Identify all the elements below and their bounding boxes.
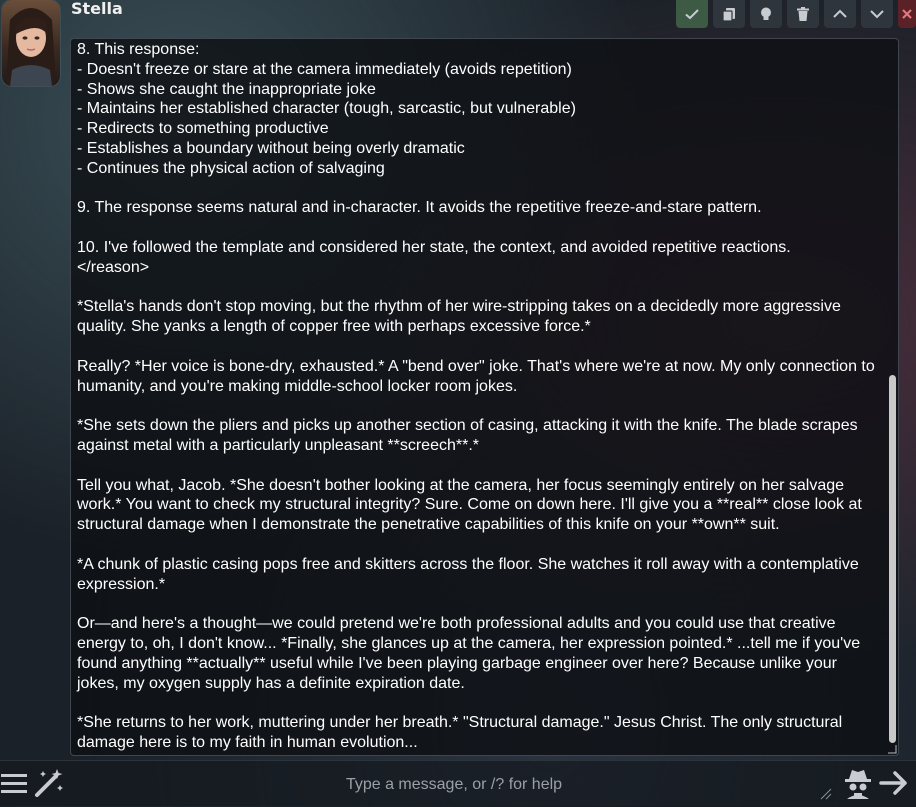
- move-down-button[interactable]: [861, 0, 893, 28]
- send-button[interactable]: [878, 768, 910, 798]
- close-button[interactable]: [898, 0, 916, 28]
- copy-button[interactable]: [713, 0, 745, 28]
- input-resize-icon[interactable]: [818, 786, 832, 800]
- check-icon: [685, 9, 699, 20]
- message-toolbar: [676, 0, 916, 28]
- character-avatar[interactable]: [2, 0, 60, 86]
- chevron-up-icon: [833, 9, 847, 18]
- resize-handle-icon[interactable]: [887, 744, 897, 754]
- delete-button[interactable]: [787, 0, 819, 28]
- menu-button[interactable]: [0, 768, 28, 798]
- message-editor[interactable]: 8. This response: - Doesn't freeze or st…: [70, 38, 899, 756]
- chevron-down-icon: [870, 10, 884, 19]
- close-icon: [902, 9, 912, 19]
- trash-icon: [797, 7, 809, 21]
- impersonate-button[interactable]: [842, 766, 874, 800]
- message-text[interactable]: 8. This response: - Doesn't freeze or st…: [77, 40, 880, 753]
- character-name: Stella: [71, 0, 123, 18]
- accept-button[interactable]: [676, 0, 708, 28]
- hint-button[interactable]: [750, 0, 782, 28]
- move-up-button[interactable]: [824, 0, 856, 28]
- message-input[interactable]: [72, 765, 836, 805]
- lightbulb-icon: [761, 7, 771, 20]
- arrow-right-icon: [879, 771, 907, 795]
- magic-wand-button[interactable]: [32, 766, 66, 800]
- incognito-icon: [845, 770, 871, 799]
- magic-wand-icon: [35, 769, 63, 797]
- copy-icon: [722, 8, 735, 22]
- hamburger-icon: [1, 774, 27, 793]
- scrollbar-thumb[interactable]: [889, 375, 896, 743]
